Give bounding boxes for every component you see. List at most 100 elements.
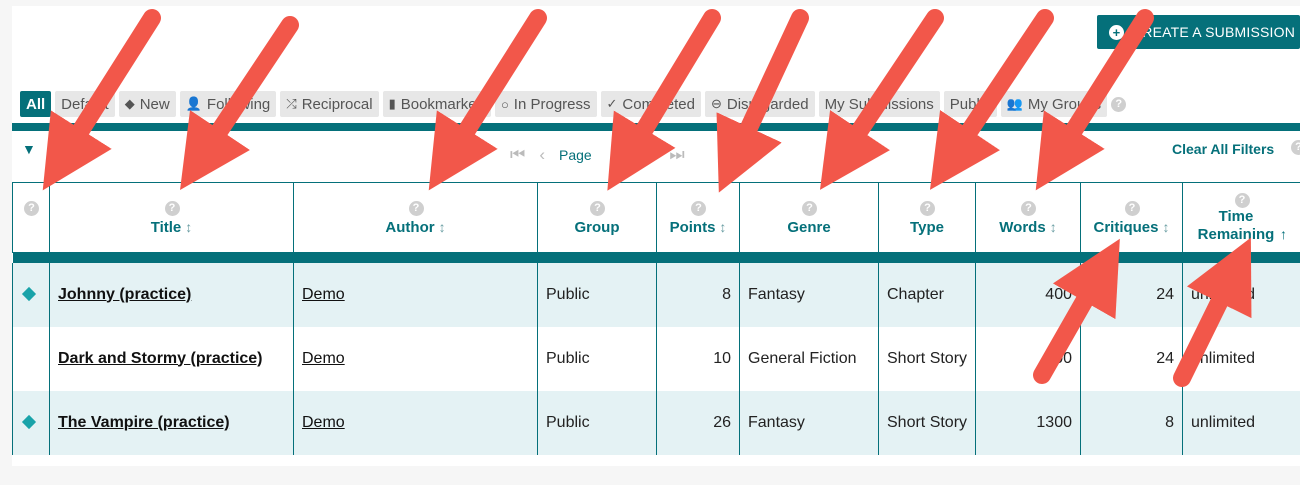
filter-completed[interactable]: ✓ Completed (600, 91, 701, 117)
filter-label: Bookmarked (400, 95, 485, 113)
clear-filters-help-icon[interactable]: ? (1291, 140, 1300, 155)
type-cell: Short Story (878, 390, 976, 455)
help-icon[interactable]: ? (24, 201, 39, 216)
filter-in-progress[interactable]: ○ In Progress (494, 91, 597, 117)
help-icon[interactable]: ? (920, 201, 935, 216)
table-top-bar (12, 123, 1300, 131)
pagination-controls: ⏮ ‹ Page › ⏭ (510, 145, 685, 165)
filter-bookmarked[interactable]: ▮ Bookmarked (382, 91, 491, 117)
filters-help-icon[interactable]: ? (1111, 96, 1127, 112)
filter-label: Completed (622, 95, 695, 113)
col-indicator-header: ? (12, 182, 50, 253)
points-cell: 8 (656, 262, 740, 327)
new-diamond-icon (21, 414, 37, 429)
author-link[interactable]: Demo (302, 286, 345, 303)
help-icon[interactable]: ? (1124, 201, 1140, 216)
critiques-cell: 24 (1080, 326, 1183, 391)
table-row[interactable]: Johnny (practice) Demo Public 8 Fantasy Chapt… (12, 262, 1300, 327)
sort-icon[interactable]: ↕ (439, 219, 446, 235)
submission-title-link[interactable]: Dark and Stormy (practice) (58, 350, 263, 367)
help-icon[interactable]: ? (590, 201, 605, 216)
author-link[interactable]: Demo (302, 414, 345, 431)
first-page-icon[interactable]: ⏮ (510, 145, 525, 165)
col-group-header: ? Group (537, 182, 657, 253)
filter-my-submissions[interactable]: My Submissions (818, 91, 940, 117)
header-label: Author (385, 219, 435, 236)
sort-ascending-icon[interactable]: ↑ (1280, 226, 1287, 242)
sort-icon[interactable]: ↕ (719, 219, 726, 235)
time-remaining-cell: unlimited (1182, 262, 1300, 327)
col-critiques-header[interactable]: ? Critiques ↕ (1080, 182, 1183, 253)
words-cell: 1300 (975, 390, 1081, 455)
header-label: Group (574, 219, 620, 236)
col-title-header[interactable]: ? Title ↕ (49, 182, 294, 253)
header-separator (12, 252, 1300, 263)
clear-all-filters-link[interactable]: Clear All Filters (1172, 141, 1274, 157)
header-label: Time Remaining (1197, 208, 1275, 243)
group-icon: 👥 (1006, 96, 1023, 111)
help-icon[interactable]: ? (691, 201, 706, 216)
genre-cell: Fantasy (739, 262, 879, 327)
submission-title-link[interactable]: The Vampire (practice) (58, 414, 230, 431)
author-link[interactable]: Demo (302, 350, 345, 367)
person-icon: 👤 (185, 96, 202, 111)
col-words-header[interactable]: ? Words ↕ (975, 182, 1081, 253)
group-cell: Public (537, 326, 657, 391)
sort-icon[interactable]: ↕ (185, 219, 192, 235)
col-time-remaining-header[interactable]: ? Time Remaining ↑ (1182, 182, 1300, 253)
filter-label: My Submissions (824, 95, 934, 113)
filter-funnel-icon[interactable]: ▼ (22, 141, 36, 157)
genre-cell: Fantasy (739, 390, 879, 455)
prev-page-icon[interactable]: ‹ (539, 145, 545, 165)
new-indicator-cell (12, 262, 50, 327)
filter-label: Default (61, 95, 109, 113)
table-row[interactable]: The Vampire (practice) Demo Public 26 Fantas… (12, 390, 1300, 455)
help-icon[interactable]: ? (408, 201, 424, 216)
filter-new[interactable]: ◆ New (118, 91, 176, 117)
col-author-header[interactable]: ? Author ↕ (293, 182, 538, 253)
new-indicator-cell (12, 390, 50, 455)
author-cell: Demo (293, 390, 538, 455)
filter-my-groups[interactable]: 👥 My Groups (1000, 91, 1108, 117)
page-label: Page (558, 147, 592, 163)
time-remaining-cell: unlimited (1182, 326, 1300, 391)
critiques-cell: 24 (1080, 262, 1183, 327)
filter-public[interactable]: Public (943, 91, 997, 117)
type-cell: Short Story (878, 326, 976, 391)
col-genre-header: ? Genre (739, 182, 879, 253)
filter-label: My Groups (1027, 95, 1102, 113)
filter-disregarded[interactable]: ⊖ Disregarded (704, 91, 815, 117)
help-icon[interactable]: ? (1021, 201, 1036, 216)
help-icon[interactable]: ? (164, 201, 180, 216)
author-cell: Demo (293, 262, 538, 327)
table-row[interactable]: Dark and Stormy (practice) Demo Public 10 Ge… (12, 326, 1300, 391)
filter-label: All (26, 95, 46, 113)
sort-icon[interactable]: ↕ (1163, 219, 1170, 235)
circle-icon: ○ (500, 96, 509, 112)
col-points-header[interactable]: ? Points ↕ (656, 182, 740, 253)
help-icon[interactable]: ? (802, 201, 817, 216)
filter-bar: All Default ◆ New 👤 Following ⤮ Reciprocal … (20, 90, 1127, 118)
time-remaining-cell: unlimited (1182, 390, 1300, 455)
filter-all[interactable]: All (20, 91, 52, 117)
words-cell: 500 (975, 326, 1081, 391)
bookmark-icon: ▮ (388, 96, 396, 111)
filter-default[interactable]: Default (55, 91, 115, 117)
minus-circle-icon: ⊖ (710, 96, 722, 111)
author-cell: Demo (293, 326, 538, 391)
filter-label: Public (949, 95, 991, 113)
help-icon[interactable]: ? (1234, 193, 1250, 208)
next-page-icon[interactable]: › (650, 145, 656, 165)
create-submission-button[interactable]: + CREATE A SUBMISSION (1097, 15, 1300, 49)
group-cell: Public (537, 262, 657, 327)
submissions-table: ? ? Title ↕ ? Author ↕ ? Group ? Points ↕ ? Genr… (12, 182, 1300, 455)
last-page-icon[interactable]: ⏭ (669, 145, 684, 165)
plus-icon: + (1109, 24, 1124, 40)
filter-reciprocal[interactable]: ⤮ Reciprocal (280, 91, 379, 117)
sort-icon[interactable]: ↕ (1050, 219, 1057, 235)
title-cell: The Vampire (practice) (49, 390, 294, 455)
submission-title-link[interactable]: Johnny (practice) (58, 286, 191, 303)
filter-following[interactable]: 👤 Following (179, 91, 277, 117)
header-label: Genre (787, 219, 831, 236)
title-cell: Johnny (practice) (49, 262, 294, 327)
